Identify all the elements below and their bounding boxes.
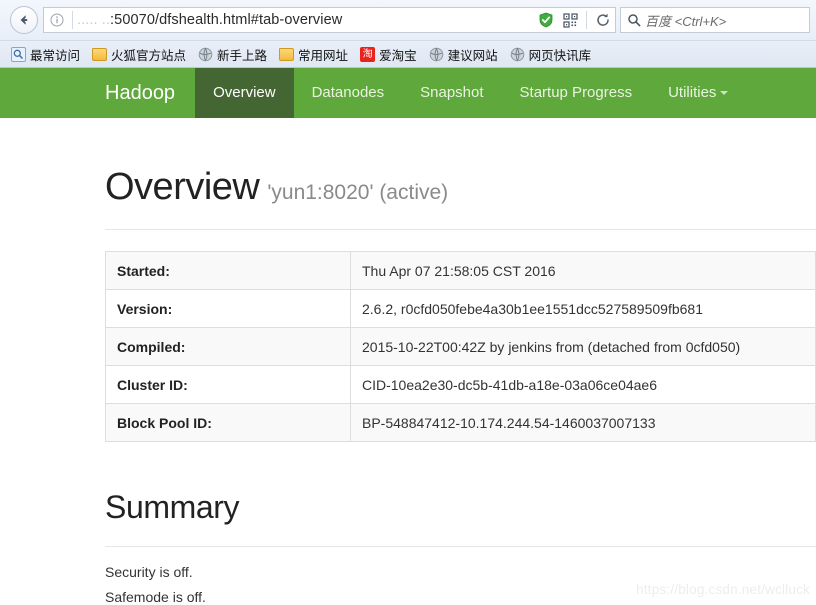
table-cell-value: 2.6.2, r0cfd050febe4a30b1ee1551dcc527589… bbox=[350, 289, 816, 328]
url-bar[interactable]: ..... ..:50070/dfshealth.html#tab-overvi… bbox=[43, 7, 616, 33]
folder-icon bbox=[92, 47, 108, 61]
browser-toolbar: ..... ..:50070/dfshealth.html#tab-overvi… bbox=[0, 0, 816, 40]
bookmark-most-visited[interactable]: 最常访问 bbox=[6, 44, 85, 65]
nav-item-label: Snapshot bbox=[420, 84, 484, 101]
search-input-placeholder: 百度 <Ctrl+K> bbox=[645, 13, 727, 29]
url-divider bbox=[72, 11, 73, 29]
summary-divider bbox=[105, 546, 816, 547]
table-row: Version: 2.6.2, r0cfd050febe4a30b1ee1551… bbox=[105, 289, 816, 328]
bookmarks-bar: 最常访问 火狐官方站点 新手上路 常用网址 淘 爱淘宝 建议网站 网页快讯库 bbox=[0, 40, 816, 68]
bookmark-label: 建议网站 bbox=[447, 48, 498, 63]
nav-item-label: Utilities bbox=[668, 84, 717, 101]
globe-icon bbox=[198, 47, 213, 62]
nav-item-label: Datanodes bbox=[311, 84, 385, 101]
green-shield-check-icon[interactable] bbox=[534, 8, 558, 32]
search-icon bbox=[623, 9, 645, 31]
overview-divider bbox=[105, 229, 816, 230]
globe-icon bbox=[510, 47, 525, 62]
qr-code-icon[interactable] bbox=[558, 8, 582, 32]
table-cell-value: CID-10ea2e30-dc5b-41db-a18e-03a06ce04ae6 bbox=[350, 365, 816, 404]
url-host-masked: ..... .. bbox=[77, 12, 111, 28]
nav-item-utilities[interactable]: Utilities bbox=[650, 68, 746, 118]
bookmark-label: 常用网址 bbox=[298, 48, 349, 63]
nav-item-label: Startup Progress bbox=[519, 84, 633, 101]
bookmark-firefox-official[interactable]: 火狐官方站点 bbox=[87, 44, 191, 65]
page-title-subtitle: 'yun1:8020' (active) bbox=[267, 181, 449, 204]
table-cell-key: Block Pool ID: bbox=[105, 403, 351, 442]
page-content: Overview 'yun1:8020' (active) Started: Th… bbox=[0, 166, 816, 605]
taobao-icon: 淘 bbox=[360, 46, 376, 62]
nav-item-label: Overview bbox=[213, 84, 276, 101]
hadoop-navbar: Hadoop Overview Datanodes Snapshot Start… bbox=[0, 68, 816, 118]
table-cell-key: Version: bbox=[105, 289, 351, 328]
table-cell-value: 2015-10-22T00:42Z by jenkins from (detac… bbox=[350, 327, 816, 366]
bookmark-itaobao[interactable]: 淘 爱淘宝 bbox=[355, 44, 422, 65]
browser-chrome: ..... ..:50070/dfshealth.html#tab-overvi… bbox=[0, 0, 816, 68]
bookmark-common-sites[interactable]: 常用网址 bbox=[274, 44, 353, 65]
nav-item-overview[interactable]: Overview bbox=[195, 68, 294, 118]
info-icon[interactable] bbox=[46, 9, 68, 31]
reload-divider bbox=[586, 11, 587, 29]
reload-icon[interactable] bbox=[591, 8, 615, 32]
nav-item-datanodes[interactable]: Datanodes bbox=[294, 68, 403, 118]
globe-icon bbox=[429, 47, 444, 62]
search-bar[interactable]: 百度 <Ctrl+K> bbox=[620, 7, 810, 33]
nav-item-snapshot[interactable]: Snapshot bbox=[402, 68, 501, 118]
page-title-text: Overview bbox=[105, 166, 260, 208]
page-title: Overview 'yun1:8020' (active) bbox=[105, 166, 816, 209]
bookmark-label: 新手上路 bbox=[217, 48, 268, 63]
table-row: Compiled: 2015-10-22T00:42Z by jenkins f… bbox=[105, 327, 816, 366]
back-button[interactable] bbox=[10, 6, 38, 34]
url-path: :50070/dfshealth.html#tab-overview bbox=[110, 12, 343, 28]
table-row: Started: Thu Apr 07 21:58:05 CST 2016 bbox=[105, 251, 816, 290]
page-viewport: Hadoop Overview Datanodes Snapshot Start… bbox=[0, 68, 816, 605]
watermark: https://blog.csdn.net/wclluck bbox=[636, 582, 810, 597]
navbar-brand[interactable]: Hadoop bbox=[105, 68, 195, 118]
table-cell-value: BP-548847412-10.174.244.54-1460037007133 bbox=[350, 403, 816, 442]
bookmark-label: 爱淘宝 bbox=[379, 48, 417, 63]
most-visited-icon bbox=[11, 46, 26, 62]
table-cell-key: Compiled: bbox=[105, 327, 351, 366]
bookmark-label: 火狐官方站点 bbox=[111, 48, 187, 63]
summary-title: Summary bbox=[105, 489, 240, 525]
table-row: Cluster ID: CID-10ea2e30-dc5b-41db-a18e-… bbox=[105, 365, 816, 404]
folder-icon bbox=[279, 47, 295, 61]
table-row: Block Pool ID: BP-548847412-10.174.244.5… bbox=[105, 403, 816, 442]
table-cell-key: Started: bbox=[105, 251, 351, 290]
bookmark-getting-started[interactable]: 新手上路 bbox=[193, 44, 272, 65]
bookmark-label: 网页快讯库 bbox=[528, 48, 592, 63]
chevron-down-icon bbox=[720, 91, 729, 96]
bookmark-suggested-sites[interactable]: 建议网站 bbox=[424, 44, 503, 65]
bookmark-news-feed[interactable]: 网页快讯库 bbox=[505, 44, 597, 65]
table-cell-value: Thu Apr 07 21:58:05 CST 2016 bbox=[350, 251, 816, 290]
overview-table: Started: Thu Apr 07 21:58:05 CST 2016 Ve… bbox=[105, 251, 816, 442]
url-text: ..... ..:50070/dfshealth.html#tab-overvi… bbox=[77, 12, 534, 28]
bookmark-label: 最常访问 bbox=[30, 48, 81, 63]
summary-security-status: Security is off. bbox=[105, 564, 193, 580]
nav-item-startup-progress[interactable]: Startup Progress bbox=[502, 68, 651, 118]
back-arrow-icon bbox=[16, 12, 32, 28]
table-cell-key: Cluster ID: bbox=[105, 365, 351, 404]
